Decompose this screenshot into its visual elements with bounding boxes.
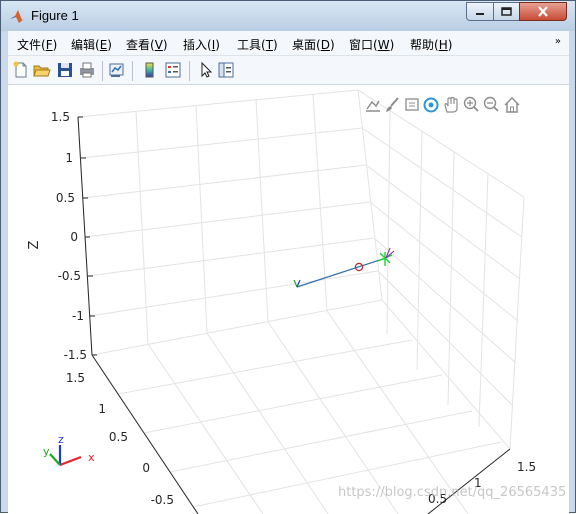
- figure-window: Figure 1 文件(F) 编辑(E) 查看(V) 插入(I) 工具(T) 桌…: [0, 0, 576, 514]
- x-tick-label: 1.5: [517, 460, 536, 474]
- close-button[interactable]: [519, 2, 567, 21]
- rotate-3d-icon[interactable]: [422, 95, 440, 115]
- menu-edit[interactable]: 编辑(E): [71, 36, 112, 53]
- y-tick-label: 0.5: [109, 430, 128, 444]
- axes-3d[interactable]: 1.5 1 0.5 0 -0.5 -1 -1.5 Z 1.5 1 0.5 0 -…: [8, 85, 569, 514]
- z-tick-label: 1.5: [51, 110, 70, 124]
- y-tick-label: 0: [142, 461, 150, 475]
- toolbar-separator: [189, 61, 190, 81]
- grid-lines: [77, 89, 525, 514]
- menu-desktop[interactable]: 桌面(D): [292, 36, 335, 53]
- orientation-triad: x y z: [43, 433, 95, 467]
- minimize-icon: [476, 12, 484, 15]
- menu-file[interactable]: 文件(F): [17, 36, 57, 53]
- trajectory-line: [296, 257, 387, 288]
- y-tick-label: 1: [98, 402, 106, 416]
- z-tick-label: 1: [65, 151, 73, 165]
- maximize-icon: [501, 7, 512, 16]
- data-tips-icon[interactable]: [403, 95, 421, 115]
- triad-x-label: x: [88, 451, 95, 464]
- toolbar-separator: [102, 61, 103, 81]
- insert-colorbar-icon[interactable]: [141, 61, 159, 79]
- y-tick-label: 1.5: [66, 371, 85, 385]
- export-icon[interactable]: [364, 95, 382, 115]
- menu-tools[interactable]: 工具(T): [237, 36, 278, 53]
- minimize-button[interactable]: [466, 2, 494, 21]
- watermark-text: https://blog.csdn.net/qq_26565435: [338, 485, 567, 500]
- triad-y-label: y: [43, 445, 50, 458]
- menu-bar: 文件(F) 编辑(E) 查看(V) 插入(I) 工具(T) 桌面(D) 窗口(W…: [8, 31, 569, 56]
- z-tick-label: 0: [70, 230, 78, 244]
- menu-view[interactable]: 查看(V): [126, 36, 168, 53]
- y-tick-label: -0.5: [151, 493, 174, 507]
- menu-insert[interactable]: 插入(I): [183, 36, 220, 53]
- pan-icon[interactable]: [442, 95, 460, 115]
- print-icon[interactable]: [78, 61, 96, 79]
- save-icon[interactable]: [56, 61, 74, 79]
- axes-toolbar: [364, 95, 529, 117]
- figure-toolbar: [8, 56, 569, 85]
- matlab-logo-icon: [10, 10, 24, 23]
- property-inspector-icon[interactable]: [217, 61, 235, 79]
- edit-plot-arrow-icon[interactable]: [197, 61, 215, 79]
- z-tick-label: -1.5: [64, 348, 87, 362]
- home-icon[interactable]: [503, 95, 521, 115]
- zoom-out-icon[interactable]: [482, 95, 500, 115]
- title-bar[interactable]: Figure 1: [1, 1, 575, 31]
- triad-z-label: z: [58, 433, 64, 446]
- brush-icon[interactable]: [383, 95, 401, 115]
- axis-lines: [77, 116, 511, 514]
- z-tick-label: -1: [72, 309, 84, 323]
- menu-help[interactable]: 帮助(H): [410, 36, 452, 53]
- menu-window[interactable]: 窗口(W): [349, 36, 394, 53]
- link-plot-icon[interactable]: [108, 61, 126, 79]
- insert-legend-icon[interactable]: [164, 61, 182, 79]
- z-tick-label: 0.5: [56, 191, 75, 205]
- z-tick-label: -0.5: [58, 269, 81, 283]
- open-folder-icon[interactable]: [33, 61, 51, 79]
- figure-canvas[interactable]: 1.5 1 0.5 0 -0.5 -1 -1.5 Z 1.5 1 0.5 0 -…: [8, 85, 569, 514]
- zoom-in-icon[interactable]: [462, 95, 480, 115]
- menu-overflow-chevron[interactable]: »: [555, 36, 561, 47]
- maximize-button[interactable]: [493, 2, 520, 21]
- window-title: Figure 1: [31, 8, 79, 23]
- toolbar-separator: [132, 61, 133, 81]
- new-figure-icon[interactable]: [12, 61, 30, 79]
- close-icon: [538, 6, 548, 17]
- z-axis-label: Z: [27, 240, 42, 249]
- end-frame-marker: [377, 247, 395, 266]
